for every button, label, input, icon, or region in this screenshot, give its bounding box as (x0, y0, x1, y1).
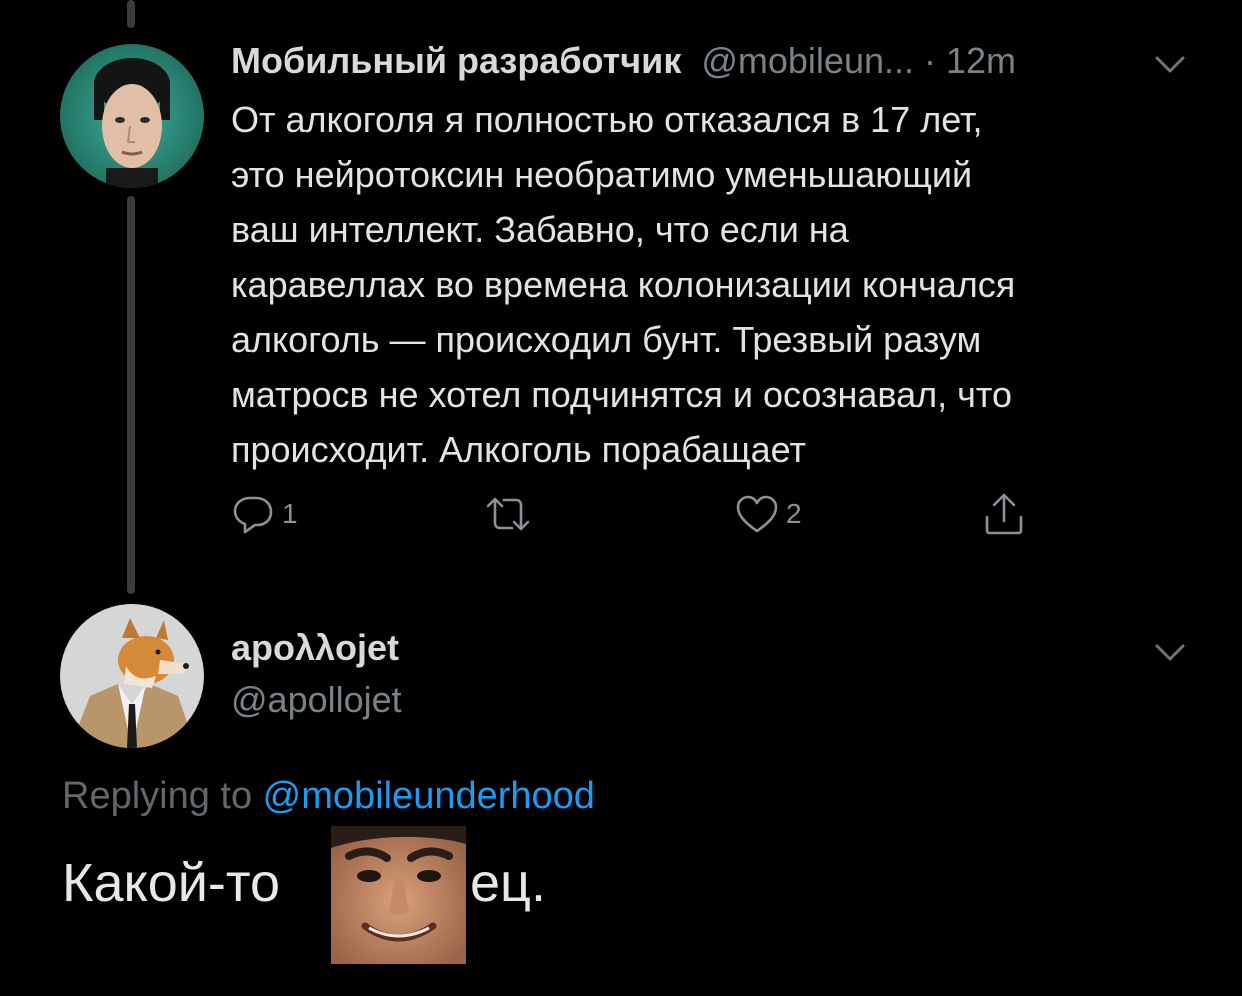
replying-label: Replying to (62, 775, 263, 817)
tweet-text-line: алкоголь — происходил бунт. Трезвый разу… (231, 319, 982, 360)
mention-link[interactable]: @mobileunderhood (263, 775, 595, 817)
tweet-text-line: матросв не хотел подчинятся и осознавал,… (231, 374, 1013, 415)
thread-line (127, 196, 135, 594)
reply-text: Какой-то ец. (62, 848, 546, 918)
reply-text-part: Какой-то (62, 853, 281, 913)
author-name[interactable]: Мобильный разработчик (231, 40, 681, 81)
retweet-icon (486, 497, 530, 531)
retweet-button[interactable] (482, 490, 540, 538)
avatar[interactable] (60, 604, 204, 748)
share-icon (985, 493, 1023, 535)
tweet-header: Мобильный разработчик @mobileun... · 12m (231, 36, 1221, 86)
reply-text-part: ец. (470, 853, 546, 913)
tweet-text-line: это нейротоксин необратимо уменьшающий (231, 154, 973, 195)
author-meta[interactable]: @mobileun... · 12m (701, 40, 1016, 81)
like-button[interactable]: 2 (734, 490, 802, 538)
replying-to: Replying to @mobileunderhood (62, 770, 595, 822)
chevron-down-icon[interactable] (1154, 55, 1186, 75)
share-button[interactable] (982, 490, 1026, 538)
tweet-text-line: происходит. Алкоголь порабащает (231, 429, 806, 470)
like-icon (736, 495, 778, 533)
author-handle[interactable]: @apollojet (231, 676, 402, 724)
tweet-text-line: От алкоголя я полностью отказался в 17 л… (231, 99, 983, 140)
reply-count: 1 (282, 498, 298, 529)
tweet-text: От алкоголя я полностью отказался в 17 л… (231, 92, 1206, 477)
chevron-down-icon[interactable] (1154, 643, 1186, 663)
avatar[interactable] (60, 44, 204, 188)
reply-button[interactable]: 1 (230, 490, 298, 538)
tweet-thread: Мобильный разработчик @mobileun... · 12m… (0, 0, 1242, 996)
tweet-text-line: ваш интеллект. Забавно, что если на (231, 209, 849, 250)
author-name[interactable]: apoλλojet (231, 624, 399, 672)
tweet-actions: 1 2 (230, 490, 1050, 538)
tweet-text-line: каравеллах во времена колонизации кончал… (231, 264, 1016, 305)
reply-icon (233, 496, 273, 534)
face-image (331, 826, 466, 964)
like-count: 2 (786, 498, 802, 529)
thread-line-top (127, 0, 135, 28)
